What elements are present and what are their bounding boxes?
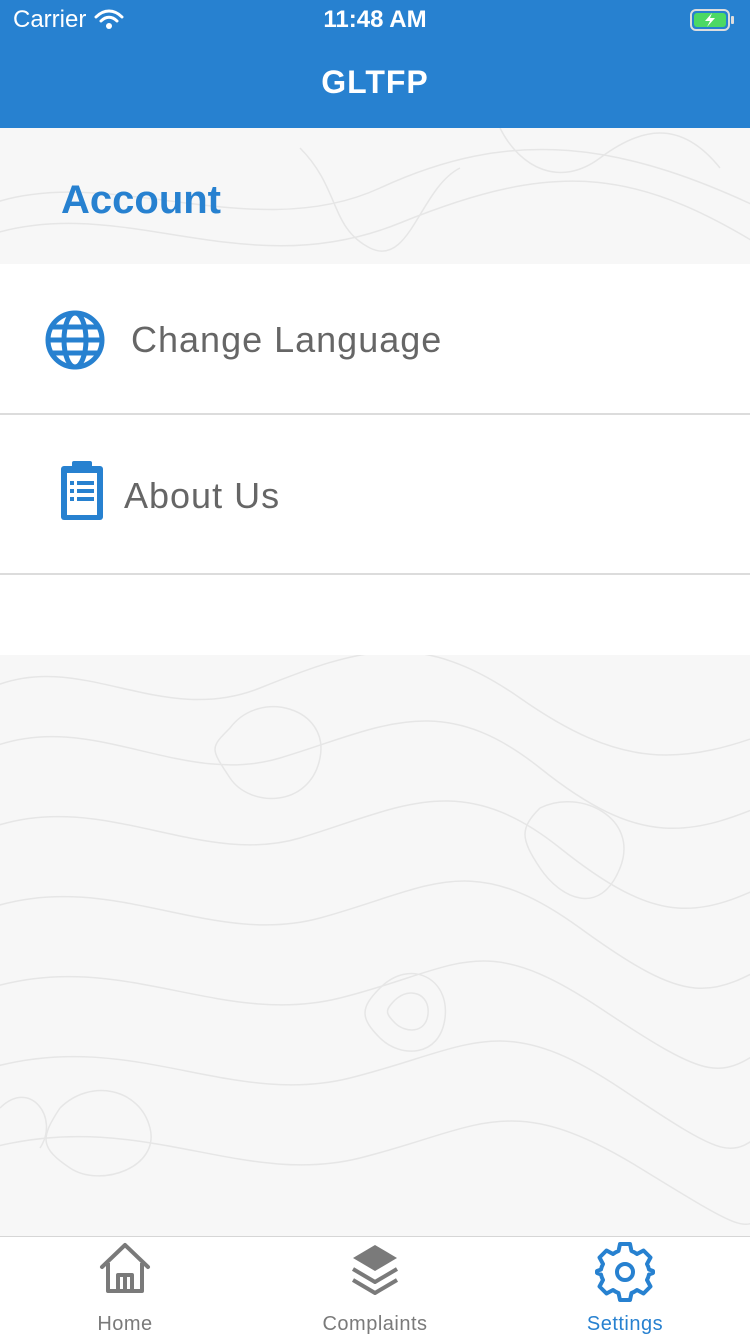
section-title-account: Account <box>61 178 221 222</box>
settings-list: Change Language About Us <box>0 264 750 655</box>
gear-icon <box>595 1242 655 1302</box>
about-us-row[interactable]: About Us <box>0 415 750 575</box>
change-language-label: Change Language <box>131 319 443 360</box>
home-icon <box>100 1243 150 1293</box>
app-header: Carrier 11:48 AM GLTFP <box>0 0 750 128</box>
status-bar: Carrier 11:48 AM <box>0 0 750 40</box>
about-us-label: About Us <box>124 475 281 516</box>
globe-icon <box>45 310 105 370</box>
tab-complaints[interactable]: Complaints <box>250 1237 500 1334</box>
tab-settings[interactable]: Settings <box>500 1237 750 1334</box>
tab-complaints-label: Complaints <box>322 1313 428 1334</box>
tab-bar: Home Complaints Settings <box>0 1236 750 1334</box>
tab-settings-label: Settings <box>586 1313 664 1334</box>
tab-home-label: Home <box>97 1313 153 1334</box>
status-time: 11:48 AM <box>323 6 427 33</box>
page-title: GLTFP <box>321 64 429 100</box>
change-language-row[interactable]: Change Language <box>0 264 750 415</box>
layers-icon <box>351 1245 399 1295</box>
battery-icon <box>690 9 734 31</box>
tab-home[interactable]: Home <box>0 1237 250 1334</box>
clipboard-icon <box>61 461 103 520</box>
